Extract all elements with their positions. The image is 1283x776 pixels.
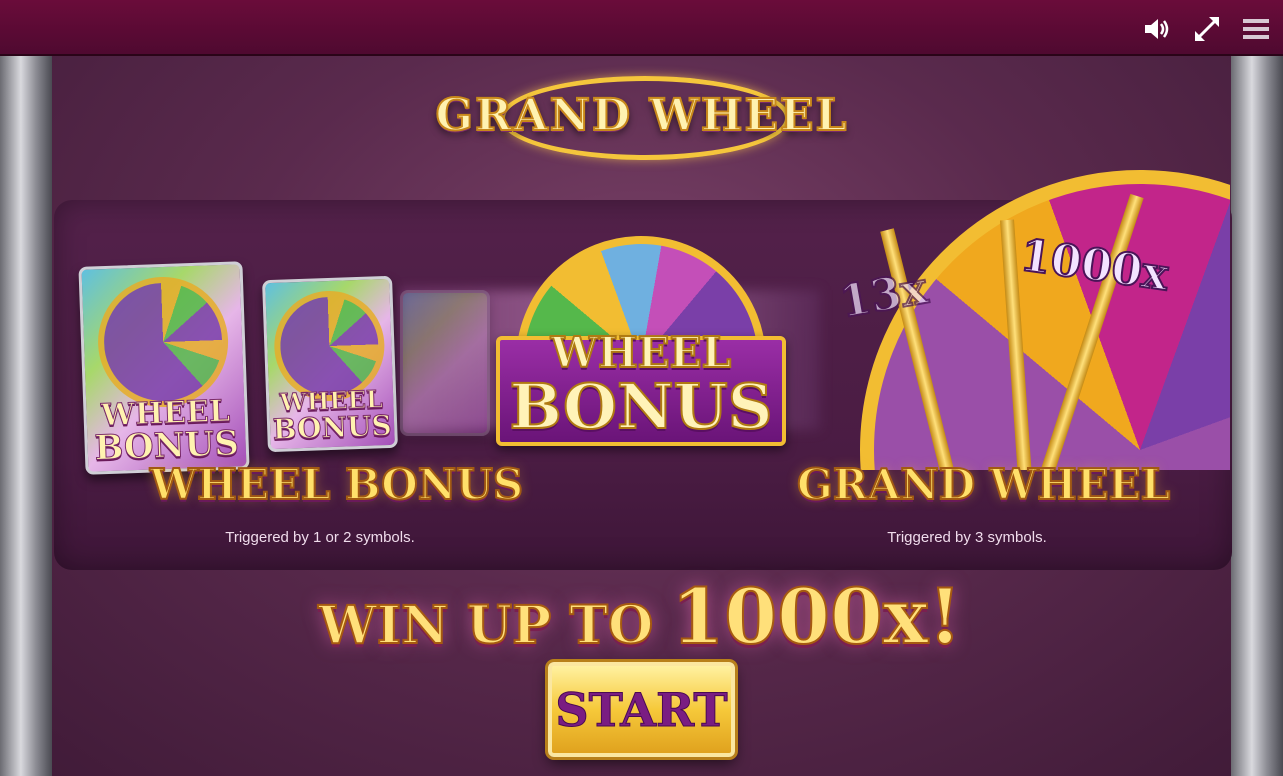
center-label-line2: BONUS [508, 370, 773, 443]
fullscreen-icon[interactable] [1192, 14, 1222, 44]
mini-wheel-graphic [95, 274, 231, 410]
speaker-icon[interactable] [1142, 14, 1172, 44]
menu-icon[interactable] [1241, 14, 1271, 44]
win-up-to-headline: WIN UP TO 1000x! [240, 571, 1040, 662]
wheel-bonus-symbol-card-small: WHEEL BONUS [262, 275, 398, 453]
headline-prefix: WIN UP TO [317, 594, 672, 657]
left-chrome-rail [0, 56, 52, 776]
start-button[interactable]: START [548, 662, 735, 757]
center-bonus-plaque: WHEEL BONUS [496, 331, 786, 446]
game-logo: GRAND WHEEL [420, 72, 864, 164]
wheel-bonus-title: WHEEL BONUS [149, 459, 524, 510]
headline-amount: 1000x! [670, 571, 962, 662]
center-label-line1: WHEEL [550, 328, 732, 377]
card-label-line2: BONUS [272, 408, 393, 447]
top-bar [0, 0, 1283, 56]
faded-symbol-card [400, 290, 490, 436]
right-chrome-rail [1231, 56, 1283, 776]
center-wheel-bonus-symbol: WHEEL BONUS [496, 236, 786, 446]
wheel-bonus-symbol-card: WHEEL BONUS [78, 261, 250, 475]
wheel-bonus-description: Triggered by 1 or 2 symbols. [225, 529, 415, 546]
grand-wheel-description: Triggered by 3 symbols. [887, 529, 1047, 546]
grand-wheel-title: GRAND WHEEL [796, 459, 1171, 510]
logo-text: GRAND WHEEL [435, 89, 849, 142]
